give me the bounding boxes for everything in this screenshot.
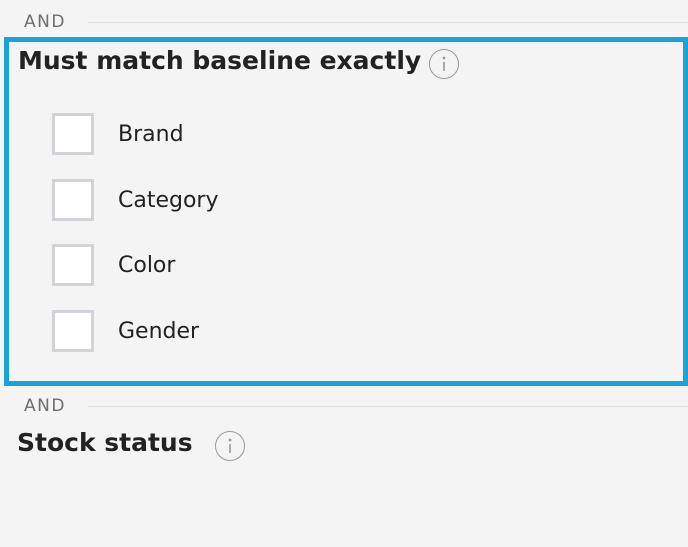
and-label: AND: [24, 12, 66, 32]
option-category[interactable]: Category: [52, 179, 219, 221]
baseline-group-title: Must match baseline exactly: [18, 46, 422, 75]
and-label: AND: [24, 396, 66, 416]
category-checkbox[interactable]: [52, 179, 94, 221]
and-connector-top: AND: [0, 10, 688, 34]
option-label: Color: [118, 252, 176, 278]
option-label: Category: [118, 187, 219, 213]
option-color[interactable]: Color: [52, 244, 175, 286]
info-icon[interactable]: [429, 49, 459, 79]
divider: [88, 406, 688, 407]
and-connector-bottom: AND: [0, 394, 688, 418]
brand-checkbox[interactable]: [52, 113, 94, 155]
color-checkbox[interactable]: [52, 244, 94, 286]
option-label: Brand: [118, 121, 184, 147]
baseline-filter-group: Must match baseline exactly Brand Catego…: [4, 37, 688, 386]
info-icon[interactable]: [215, 431, 245, 461]
stock-group-title: Stock status: [17, 428, 193, 457]
divider: [88, 22, 688, 23]
gender-checkbox[interactable]: [52, 310, 94, 352]
option-brand[interactable]: Brand: [52, 113, 184, 155]
option-label: Gender: [118, 318, 200, 344]
option-gender[interactable]: Gender: [52, 310, 199, 352]
